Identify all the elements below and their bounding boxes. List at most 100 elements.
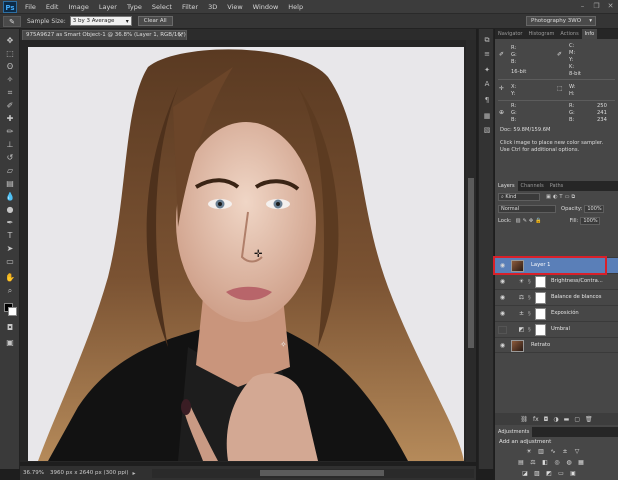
eye-icon[interactable]: ◉ (498, 294, 507, 302)
horizontal-scroll-thumb[interactable] (260, 470, 384, 476)
path-select-tool-icon[interactable]: ➤ (3, 243, 17, 255)
layer-mask-thumbnail[interactable] (535, 324, 546, 336)
properties-panel-icon[interactable]: ≡ (482, 49, 492, 59)
close-icon[interactable]: ✕ (606, 2, 615, 11)
layer-row-white-balance[interactable]: ◉ ⚖ § Balance de blancos (495, 289, 618, 305)
tab-histogram[interactable]: Histogram (525, 29, 557, 39)
close-icon[interactable]: ✕ (178, 31, 183, 40)
layer-row-threshold[interactable]: ◩ § Umbral (495, 321, 618, 337)
menu-file[interactable]: File (20, 3, 41, 11)
brush-panel-icon[interactable]: ✦ (482, 65, 492, 75)
layer-mask-thumbnail[interactable] (535, 276, 546, 288)
document-tab[interactable]: 975A9627 as Smart Object-1 @ 36.8% (Laye… (22, 30, 187, 47)
lasso-tool-icon[interactable]: ʘ (3, 61, 17, 73)
menu-view[interactable]: View (222, 3, 247, 11)
trash-icon[interactable]: 🗑 (585, 416, 593, 423)
layer-row-retrato[interactable]: ◉ Retrato (495, 337, 618, 353)
hue-sat-adjust-icon[interactable]: ▤ (517, 459, 525, 466)
black-white-adjust-icon[interactable]: ◧ (541, 459, 549, 466)
menu-layer[interactable]: Layer (94, 3, 122, 11)
new-layer-icon[interactable]: ▢ (574, 416, 580, 423)
minimize-icon[interactable]: – (578, 2, 587, 11)
zoom-tool-icon[interactable]: ⌕ (3, 285, 17, 297)
posterize-adjust-icon[interactable]: ▨ (533, 470, 541, 477)
zoom-level[interactable]: 36.79% (20, 470, 46, 476)
layer-style-icon[interactable]: fx (533, 416, 539, 423)
filter-icons[interactable]: ▣◐T▭⧉ (546, 194, 577, 201)
levels-adjust-icon[interactable]: ▥ (537, 448, 545, 455)
lock-icons[interactable]: ▧✎✥🔒 (516, 218, 544, 224)
eye-hidden-icon[interactable] (498, 326, 507, 334)
swatches-panel-icon[interactable]: ▦ (482, 111, 492, 121)
channel-mixer-adjust-icon[interactable]: ◍ (565, 459, 573, 466)
clone-stamp-tool-icon[interactable]: ⊥ (3, 139, 17, 151)
eraser-tool-icon[interactable]: ▱ (3, 165, 17, 177)
eye-icon[interactable]: ◉ (498, 342, 507, 350)
menu-help[interactable]: Help (283, 3, 308, 11)
character-panel-icon[interactable]: A (482, 79, 492, 89)
threshold-adjust-icon[interactable]: ◩ (545, 470, 553, 477)
workspace-select[interactable]: Photography 3WO (526, 16, 596, 26)
blur-tool-icon[interactable]: 💧 (3, 191, 17, 203)
brush-tool-icon[interactable]: ✏ (3, 126, 17, 138)
vibrance-adjust-icon[interactable]: ▽ (573, 448, 581, 455)
horizontal-scrollbar[interactable] (152, 469, 474, 478)
layer-kind-filter[interactable]: ⌕ Kind (498, 193, 540, 201)
link-icon[interactable]: § (528, 293, 534, 303)
link-icon[interactable]: § (528, 277, 534, 287)
menu-image[interactable]: Image (63, 3, 93, 11)
add-mask-icon[interactable]: ◘ (544, 416, 549, 423)
curves-adjust-icon[interactable]: ∿ (549, 448, 557, 455)
layer-row-layer-1[interactable]: ◉ Layer 1 (495, 257, 618, 273)
eyedropper-preset-icon[interactable]: ✎ (3, 15, 21, 27)
history-panel-icon[interactable]: ⧉ (482, 35, 492, 45)
type-tool-icon[interactable]: T (3, 230, 17, 242)
gradient-tool-icon[interactable]: ▤ (3, 178, 17, 190)
eye-icon[interactable]: ◉ (498, 310, 507, 318)
opacity-field[interactable]: 100% (584, 205, 605, 213)
paragraph-panel-icon[interactable]: ¶ (482, 95, 492, 105)
new-adjustment-icon[interactable]: ◑ (553, 416, 558, 423)
layer-mask-thumbnail[interactable] (535, 292, 546, 304)
blend-mode-select[interactable]: Normal (498, 205, 556, 213)
new-group-icon[interactable]: ▬ (564, 416, 570, 423)
fill-field[interactable]: 100% (580, 217, 601, 225)
eye-icon[interactable]: ◉ (498, 262, 507, 270)
tab-navigator[interactable]: Navigator (495, 29, 525, 39)
vertical-scroll-thumb[interactable] (468, 178, 474, 348)
screen-mode-icon[interactable]: ▣ (3, 337, 17, 349)
layer-row-brightness[interactable]: ◉ ☀ § Brightness/Contra... (495, 273, 618, 289)
pen-tool-icon[interactable]: ✒ (3, 217, 17, 229)
link-icon[interactable]: § (528, 325, 534, 335)
clear-all-button[interactable]: Clear All (137, 16, 173, 26)
background-color-swatch[interactable] (8, 307, 17, 316)
hand-tool-icon[interactable]: ✋ (3, 272, 17, 284)
layer-row-exposure[interactable]: ◉ ± § Exposición (495, 305, 618, 321)
styles-panel-icon[interactable]: ▧ (482, 125, 492, 135)
canvas-area[interactable]: ✛ ✧ (20, 40, 476, 462)
quick-mask-icon[interactable]: ◘ (3, 322, 17, 334)
sample-size-select[interactable]: 3 by 3 Average (69, 16, 132, 26)
quick-select-tool-icon[interactable]: ✧ (3, 74, 17, 86)
selective-color-adjust-icon[interactable]: ▣ (569, 470, 577, 477)
tab-actions[interactable]: Actions (557, 29, 581, 39)
gradient-map-adjust-icon[interactable]: ▭ (557, 470, 565, 477)
link-layers-icon[interactable]: ⛓ (520, 416, 528, 423)
healing-tool-icon[interactable]: ✚ (3, 113, 17, 125)
menu-window[interactable]: Window (248, 3, 284, 11)
menu-edit[interactable]: Edit (41, 3, 64, 11)
menu-type[interactable]: Type (122, 3, 147, 11)
tab-layers[interactable]: Layers (495, 181, 518, 191)
menu-filter[interactable]: Filter (177, 3, 203, 11)
color-lookup-adjust-icon[interactable]: ▦ (577, 459, 585, 466)
shape-tool-icon[interactable]: ▭ (3, 256, 17, 268)
color-balance-adjust-icon[interactable]: ⚖ (529, 459, 537, 466)
eyedropper-tool-icon[interactable]: ✐ (3, 100, 17, 112)
marquee-tool-icon[interactable]: ⬚ (3, 48, 17, 60)
menu-select[interactable]: Select (147, 3, 177, 11)
photo-filter-adjust-icon[interactable]: ◎ (553, 459, 561, 466)
document-image[interactable]: ✛ ✧ (28, 47, 464, 461)
eye-icon[interactable]: ◉ (498, 278, 507, 286)
menu-3d[interactable]: 3D (203, 3, 222, 11)
status-menu-arrow-icon[interactable]: ▸ (129, 470, 136, 477)
